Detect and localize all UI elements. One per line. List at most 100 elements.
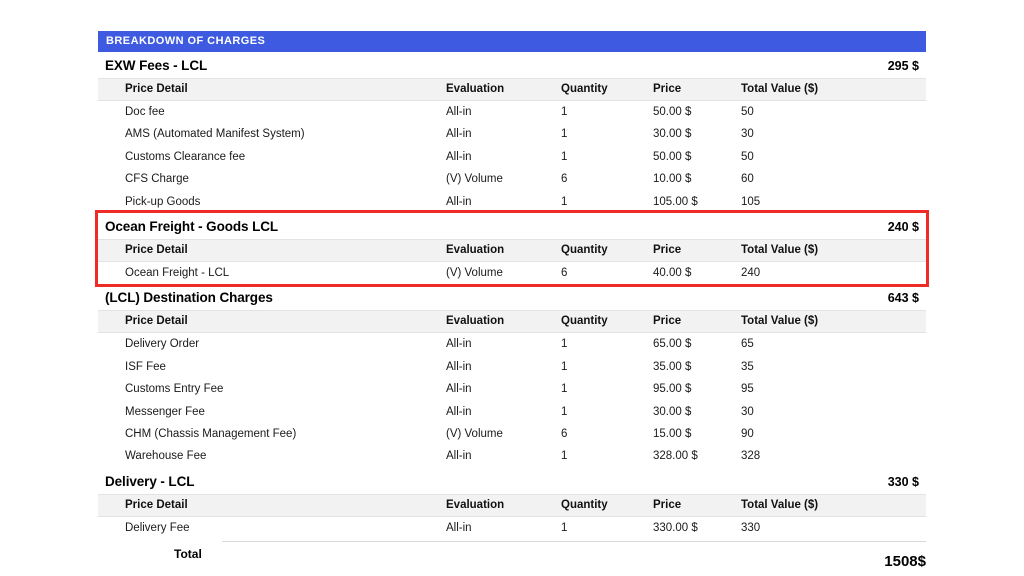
section-title: Delivery - LCL [105, 474, 194, 489]
cell-price: 30.00 $ [653, 401, 741, 423]
cell-total-value: 90 [741, 423, 926, 445]
cell-detail: Doc fee [98, 101, 446, 124]
cell-quantity: 1 [561, 191, 653, 213]
cell-evaluation: All-in [446, 516, 561, 539]
cell-evaluation: All-in [446, 146, 561, 168]
cell-detail: Warehouse Fee [98, 445, 446, 467]
cell-total-value: 105 [741, 191, 926, 213]
table-row: Delivery OrderAll-in165.00 $65 [98, 333, 926, 356]
cell-detail: CFS Charge [98, 168, 446, 190]
table-row: ISF FeeAll-in135.00 $35 [98, 356, 926, 378]
cell-quantity: 6 [561, 423, 653, 445]
charge-section: Delivery - LCL 330 $ Price DetailEvaluatio… [98, 468, 926, 539]
cell-detail: Delivery Order [98, 333, 446, 356]
cell-evaluation: All-in [446, 378, 561, 400]
charge-section: (LCL) Destination Charges643 $Price Deta… [98, 284, 926, 467]
table-row: Doc feeAll-in150.00 $50 [98, 101, 926, 124]
column-header-total-value: Total Value ($) [741, 494, 926, 516]
column-header-price: Price [653, 311, 741, 333]
column-header-evaluation: Evaluation [446, 240, 561, 262]
cell-total-value: 60 [741, 168, 926, 190]
cell-total-value: 50 [741, 146, 926, 168]
section-header: Delivery - LCL 330 $ [98, 468, 926, 494]
column-header-evaluation: Evaluation [446, 494, 561, 516]
cell-quantity: 6 [561, 262, 653, 285]
section-header: EXW Fees - LCL295 $ [98, 52, 926, 78]
cell-evaluation: All-in [446, 356, 561, 378]
table-row: Warehouse FeeAll-in1328.00 $328 [98, 445, 926, 467]
cell-total-value: 328 [741, 445, 926, 467]
cell-quantity: 1 [561, 356, 653, 378]
cell-price: 30.00 $ [653, 123, 741, 145]
table-row: Customs Entry FeeAll-in195.00 $95 [98, 378, 926, 400]
cell-detail: Messenger Fee [98, 401, 446, 423]
table-header-row: Price DetailEvaluationQuantityPriceTotal… [98, 311, 926, 333]
cell-evaluation: All-in [446, 101, 561, 124]
column-header-price: Price [653, 79, 741, 101]
column-header-total-value: Total Value ($) [741, 240, 926, 262]
cell-detail: ISF Fee [98, 356, 446, 378]
table-row: CHM (Chassis Management Fee)(V) Volume61… [98, 423, 926, 445]
table-row: CFS Charge(V) Volume610.00 $60 [98, 168, 926, 190]
cell-price: 40.00 $ [653, 262, 741, 285]
column-header-detail: Price Detail [98, 311, 446, 333]
section-total: 240 $ [888, 220, 919, 234]
cell-quantity: 1 [561, 101, 653, 124]
cell-detail: Customs Clearance fee [98, 146, 446, 168]
cell-price: 10.00 $ [653, 168, 741, 190]
cell-price: 65.00 $ [653, 333, 741, 356]
table-row: Ocean Freight - LCL(V) Volume640.00 $240 [98, 262, 926, 285]
cell-detail: AMS (Automated Manifest System) [98, 123, 446, 145]
section-title: (LCL) Destination Charges [105, 290, 273, 305]
grand-total-label: Total [174, 547, 202, 561]
cell-quantity: 1 [561, 516, 653, 539]
charges-table: Price DetailEvaluationQuantityPriceTotal… [98, 78, 926, 213]
table-header-row: Price DetailEvaluationQuantityPriceTotal… [98, 79, 926, 101]
grand-total-value: 1508$ [884, 553, 926, 570]
cell-quantity: 1 [561, 146, 653, 168]
table-row: AMS (Automated Manifest System)All-in130… [98, 123, 926, 145]
breakdown-banner: BREAKDOWN OF CHARGES [98, 31, 926, 52]
cell-evaluation: All-in [446, 191, 561, 213]
cell-total-value: 35 [741, 356, 926, 378]
column-header-total-value: Total Value ($) [741, 79, 926, 101]
cell-price: 50.00 $ [653, 101, 741, 124]
cell-price: 328.00 $ [653, 445, 741, 467]
cell-price: 105.00 $ [653, 191, 741, 213]
column-header-quantity: Quantity [561, 79, 653, 101]
charge-section: Ocean Freight - Goods LCL240 $Price Deta… [98, 213, 926, 284]
section-header: Ocean Freight - Goods LCL240 $ [98, 213, 926, 239]
cell-total-value: 30 [741, 401, 926, 423]
cell-total-value: 30 [741, 123, 926, 145]
cell-total-value: 240 [741, 262, 926, 285]
cell-total-value: 330 [741, 516, 926, 539]
charges-table: Price DetailEvaluationQuantityPriceTotal… [98, 310, 926, 467]
cell-total-value: 65 [741, 333, 926, 356]
sections-container: EXW Fees - LCL295 $Price DetailEvaluatio… [98, 52, 926, 539]
section-title: EXW Fees - LCL [105, 58, 207, 73]
cell-price: 15.00 $ [653, 423, 741, 445]
cell-quantity: 1 [561, 123, 653, 145]
cell-evaluation: All-in [446, 333, 561, 356]
table-row: Customs Clearance feeAll-in150.00 $50 [98, 146, 926, 168]
grand-total-row: Total 1508$ [98, 541, 926, 571]
column-header-evaluation: Evaluation [446, 311, 561, 333]
cell-evaluation: All-in [446, 123, 561, 145]
cell-price: 35.00 $ [653, 356, 741, 378]
column-header-quantity: Quantity [561, 240, 653, 262]
cell-quantity: 1 [561, 401, 653, 423]
charges-table: Price DetailEvaluationQuantityPriceTotal… [98, 239, 926, 284]
cell-detail: Customs Entry Fee [98, 378, 446, 400]
table-row: Messenger FeeAll-in130.00 $30 [98, 401, 926, 423]
section-total: 330 $ [888, 475, 919, 489]
cell-detail: Ocean Freight - LCL [98, 262, 446, 285]
column-header-quantity: Quantity [561, 311, 653, 333]
column-header-evaluation: Evaluation [446, 79, 561, 101]
cell-price: 95.00 $ [653, 378, 741, 400]
section-header: (LCL) Destination Charges643 $ [98, 284, 926, 310]
cell-total-value: 50 [741, 101, 926, 124]
cell-evaluation: All-in [446, 401, 561, 423]
cell-quantity: 1 [561, 333, 653, 356]
column-header-detail: Price Detail [98, 494, 446, 516]
cell-total-value: 95 [741, 378, 926, 400]
